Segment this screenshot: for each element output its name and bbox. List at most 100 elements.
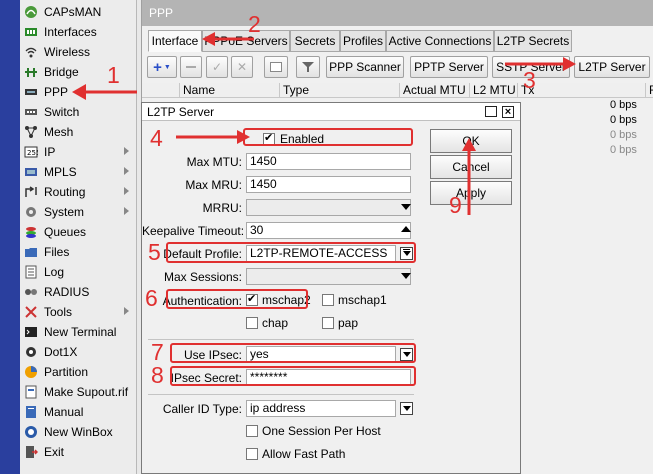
submenu-arrow-icon: [124, 147, 129, 155]
menu-item-label: New Terminal: [44, 325, 117, 339]
maximize-icon[interactable]: [485, 106, 497, 117]
close-icon[interactable]: ×: [502, 106, 514, 118]
ok-button[interactable]: OK: [430, 129, 512, 153]
comment-button[interactable]: [264, 56, 288, 78]
annotation-number-7: 7: [151, 339, 164, 365]
column-header-type[interactable]: Type: [280, 83, 400, 98]
auth-mschap1-checkbox[interactable]: [322, 294, 334, 306]
filter-icon: [302, 62, 314, 72]
highlight-authentication: [166, 289, 308, 309]
cancel-button[interactable]: Cancel: [430, 155, 512, 179]
mrru-input[interactable]: [246, 199, 411, 216]
tx-value: 0 bps: [610, 99, 637, 111]
caller-id-type-select[interactable]: ip address: [246, 400, 396, 417]
menu-item-tools[interactable]: Tools: [20, 302, 137, 322]
menu-item-log[interactable]: Log: [20, 262, 137, 282]
auth-chap-checkbox[interactable]: [246, 317, 258, 329]
column-header-tx[interactable]: Tx: [518, 83, 646, 98]
column-header-rx[interactable]: Rx: [646, 83, 653, 98]
menu-item-wireless[interactable]: Wireless: [20, 42, 137, 62]
keepalive-input[interactable]: 30: [246, 222, 411, 239]
allow-fast-path-label: Allow Fast Path: [262, 447, 346, 461]
menu-item-interfaces[interactable]: Interfaces: [20, 22, 137, 42]
one-session-per-host-checkbox[interactable]: [246, 425, 258, 437]
menu-item-label: Tools: [44, 305, 73, 319]
menu-item-ip[interactable]: 255 IP: [20, 142, 137, 162]
max-mtu-input[interactable]: 1450: [246, 153, 411, 170]
column-header-name[interactable]: Name: [180, 83, 280, 98]
l2tp-server-dialog: L2TP Server × Enabled Max MTU: 1450 Max …: [141, 102, 521, 474]
interface-table-header: Name Type Actual MTU L2 MTU Tx Rx: [142, 83, 653, 98]
supout-icon: [24, 385, 38, 399]
keepalive-collapse-icon[interactable]: [401, 226, 411, 232]
dot1x-icon: [24, 345, 38, 359]
l2tp-server-button[interactable]: L2TP Server: [574, 56, 650, 78]
menu-item-files[interactable]: Files: [20, 242, 137, 262]
remove-button[interactable]: [180, 56, 202, 78]
ppp-titlebar[interactable]: PPP: [142, 0, 653, 26]
system-icon: [24, 205, 38, 219]
check-icon: ✓: [211, 60, 223, 74]
menu-item-mesh[interactable]: Mesh: [20, 122, 137, 142]
column-header-actual-mtu[interactable]: Actual MTU: [400, 83, 470, 98]
queues-icon: [24, 225, 38, 239]
max-sessions-input[interactable]: [246, 268, 411, 285]
menu-item-manual[interactable]: Manual: [20, 402, 137, 422]
menu-item-system[interactable]: System: [20, 202, 137, 222]
menu-item-queues[interactable]: Queues: [20, 222, 137, 242]
comment-icon: [270, 62, 282, 72]
radius-icon: [24, 285, 38, 299]
allow-fast-path-checkbox[interactable]: [246, 448, 258, 460]
max-sessions-dropdown-icon[interactable]: [401, 273, 411, 279]
svg-text:255: 255: [27, 149, 38, 157]
menu-item-exit[interactable]: Exit: [20, 442, 137, 462]
pptp-server-button[interactable]: PPTP Server: [410, 56, 488, 78]
tab-interface[interactable]: Interface: [148, 30, 202, 52]
menu-item-routing[interactable]: Routing: [20, 182, 137, 202]
log-icon: [24, 265, 38, 279]
highlight-default-profile: [166, 242, 416, 263]
menu-item-label: IP: [44, 145, 56, 159]
ip-icon: 255: [24, 145, 40, 159]
caller-id-type-dropdown-icon[interactable]: [400, 402, 413, 415]
tab-secrets[interactable]: Secrets: [290, 30, 340, 52]
menu-item-new-winbox[interactable]: New WinBox: [20, 422, 137, 442]
enable-button[interactable]: ✓: [206, 56, 228, 78]
mrru-label: MRRU:: [202, 201, 242, 215]
annotation-number-9: 9: [449, 192, 462, 218]
annotation-number-5: 5: [148, 239, 161, 265]
disable-button[interactable]: ✕: [231, 56, 253, 78]
dialog-titlebar[interactable]: L2TP Server ×: [142, 103, 520, 121]
menu-item-label: Bridge: [44, 65, 79, 79]
tab-l2tp-secrets[interactable]: L2TP Secrets: [494, 30, 572, 52]
tab-pppoe-servers[interactable]: PPPoE Servers: [202, 30, 290, 52]
highlight-use-ipsec: [170, 343, 416, 363]
max-sessions-label: Max Sessions:: [163, 270, 242, 284]
menu-item-label: Interfaces: [44, 25, 97, 39]
interfaces-icon: [24, 25, 38, 39]
menu-item-make-supout[interactable]: Make Supout.rif: [20, 382, 137, 402]
menu-item-capsman[interactable]: CAPsMAN: [20, 2, 137, 22]
menu-item-new-terminal[interactable]: New Terminal: [20, 322, 137, 342]
filter-button[interactable]: [296, 56, 320, 78]
auth-pap-label: pap: [338, 316, 359, 330]
menu-item-mpls[interactable]: MPLS: [20, 162, 137, 182]
apply-button[interactable]: Apply: [430, 181, 512, 205]
auth-pap-checkbox[interactable]: [322, 317, 334, 329]
menu-item-partition[interactable]: Partition: [20, 362, 137, 382]
wireless-icon: [24, 45, 38, 59]
ppp-toolbar: + ▼ ✓ ✕ PPP Scanner PPTP Server SSTP Serv…: [142, 53, 653, 81]
menu-item-dot1x[interactable]: Dot1X: [20, 342, 137, 362]
max-mru-input[interactable]: 1450: [246, 176, 411, 193]
menu-item-switch[interactable]: Switch: [20, 102, 137, 122]
menu-item-label: Routing: [44, 185, 86, 199]
tab-profiles[interactable]: Profiles: [340, 30, 386, 52]
mrru-dropdown-icon[interactable]: [401, 204, 411, 210]
tab-active-connections[interactable]: Active Connections: [386, 30, 494, 52]
mesh-icon: [24, 125, 38, 139]
ppp-scanner-button[interactable]: PPP Scanner: [326, 56, 404, 78]
column-selector[interactable]: [142, 83, 180, 98]
add-button[interactable]: + ▼: [147, 56, 177, 78]
column-header-l2-mtu[interactable]: L2 MTU: [470, 83, 518, 98]
menu-item-radius[interactable]: RADIUS: [20, 282, 137, 302]
